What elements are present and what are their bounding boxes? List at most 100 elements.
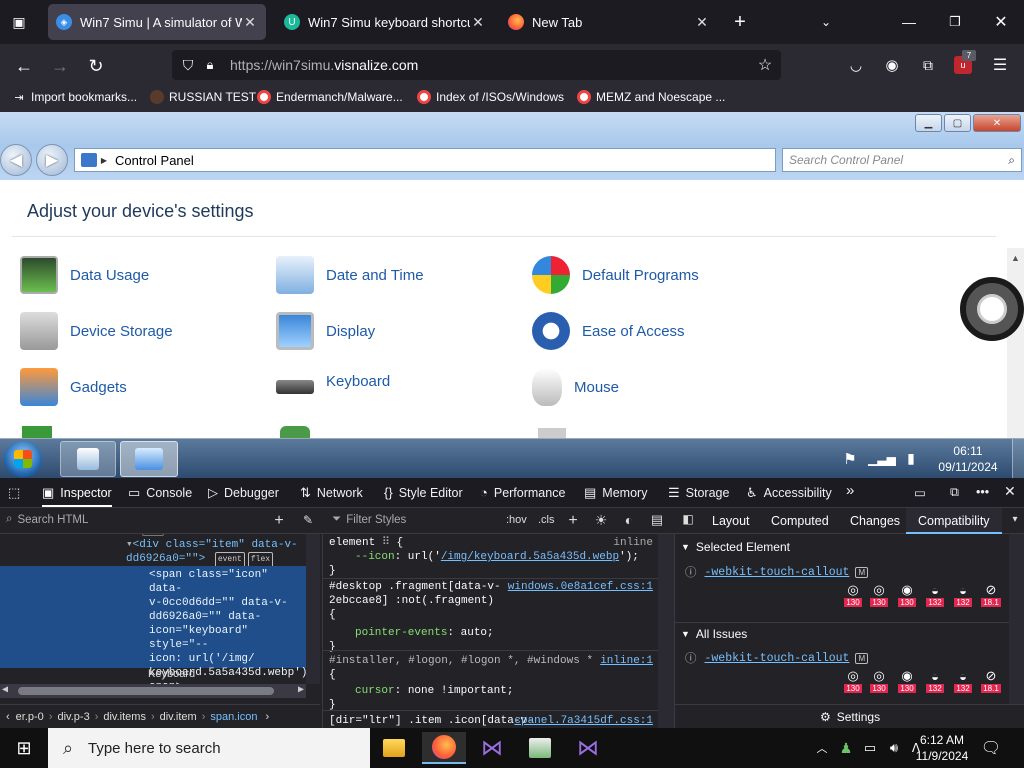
new-tab-button[interactable]: + (728, 11, 752, 33)
scroll-left-icon[interactable]: ◀ (2, 684, 8, 696)
network-icon[interactable]: ▭ (860, 738, 880, 758)
notifications-icon[interactable]: 🗨︎ (980, 736, 1002, 760)
cp-item-ease-of-access[interactable]: Ease of Access (532, 312, 685, 350)
hov-toggle[interactable]: :hov (506, 514, 527, 526)
scroll-thumb[interactable] (18, 687, 274, 695)
network-signal-icon[interactable]: ▁▃▅ (868, 449, 896, 469)
tab-changes[interactable]: Changes (850, 514, 900, 528)
issue-property-link[interactable]: -webkit-touch-callout (705, 652, 850, 665)
taskbar-firefox[interactable] (422, 732, 466, 764)
compat-issue-all[interactable]: ⓘ -webkit-touch-callout M (685, 650, 869, 666)
back-arrow-icon[interactable]: ← (10, 52, 38, 80)
tab-accessibility[interactable]: ♿︎ Accessibility (746, 485, 832, 501)
taskbar-visual-studio[interactable]: ⋈ (470, 732, 514, 764)
breadcrumb-left-arrow-icon[interactable]: ‹ (6, 711, 10, 723)
win7-clock[interactable]: 06:11 09/11/2024 (928, 443, 1008, 475)
tab-network[interactable]: ⇅ Network (300, 485, 363, 501)
win7-start-orb-icon[interactable] (4, 441, 42, 477)
print-media-icon[interactable]: ▤ (648, 512, 666, 528)
scroll-up-icon[interactable]: ▲ (1007, 250, 1024, 266)
menu-hamburger-icon[interactable]: ☰ (988, 54, 1012, 76)
search-html-input[interactable]: ⌕ Search HTML (6, 513, 264, 526)
bookmark-star-icon[interactable]: ☆ (755, 55, 775, 75)
tab-compatibility[interactable]: Compatibility (906, 508, 1002, 534)
element-picker-icon[interactable]: ⬚ (8, 485, 26, 501)
markup-v-scrollbar[interactable] (306, 534, 320, 684)
dock-options-icon[interactable]: ⧉ (950, 485, 959, 500)
breadcrumb-item[interactable]: er.p-0 (16, 711, 44, 723)
rule-value[interactable]: auto (461, 627, 487, 639)
selected-element-header[interactable]: ▼ Selected Element (675, 536, 1011, 558)
bookmark-isos[interactable]: Index of /ISOs/Windows (417, 90, 564, 104)
firefox-view-icon[interactable]: ▣ (8, 12, 30, 32)
cp-item-keyboard[interactable]: Keyboard (276, 368, 390, 394)
eyedropper-icon[interactable]: ✎ (300, 513, 316, 527)
minimize-window-icon[interactable]: — (896, 10, 922, 34)
tracking-shield-icon[interactable]: ⛉ (176, 57, 200, 74)
close-devtools-icon[interactable]: ✕ (1004, 483, 1016, 500)
cp-maximize-button[interactable]: ▢ (944, 114, 971, 132)
extensions-puzzle-icon[interactable]: ⧉ (916, 54, 940, 76)
url-bar[interactable]: ⛉ 🔒︎ https://win7simu. visnalize.com ☆ (172, 50, 781, 80)
cp-back-button[interactable]: ◀ (0, 144, 32, 176)
cls-toggle[interactable]: .cls (538, 514, 555, 526)
rule-source-link[interactable]: windows.0e8a1cef.css:1 (508, 580, 653, 594)
compat-issue-selected[interactable]: ⓘ -webkit-touch-callout M (685, 564, 869, 580)
list-tabs-chevron-icon[interactable]: ⌄ (814, 12, 838, 32)
markup-h-scrollbar[interactable]: ◀ ▶ (0, 684, 306, 698)
taskbar-visual-studio-2[interactable]: ⋈ (566, 732, 610, 764)
rule-source-link[interactable]: inline:1 (600, 654, 653, 668)
rule-value[interactable]: none !important (408, 685, 507, 697)
scroll-right-icon[interactable]: ▶ (298, 684, 304, 696)
close-tab-icon[interactable]: ✕ (470, 14, 486, 31)
tab-console[interactable]: ▭ Console (128, 485, 192, 501)
win7-taskbar-control-panel[interactable] (120, 441, 178, 477)
tab-win7-simu[interactable]: ◈ Win7 Simu | A simulator of Win ✕ (48, 4, 266, 40)
bookmark-russian-test[interactable]: RUSSIAN TEST (150, 90, 256, 104)
people-icon[interactable]: ♟ (836, 738, 856, 758)
taskbar-file-explorer[interactable] (372, 732, 416, 764)
windows-start-icon[interactable]: ⊞ (0, 728, 48, 768)
markup-node-span-icon-selected[interactable]: <span class="icon" data- v-0cc0d6dd="" d… (0, 566, 320, 693)
more-tabs-chevron-icon[interactable]: ▾ (1008, 514, 1022, 525)
breadcrumb-item[interactable]: div.item (160, 711, 197, 723)
devtools-menu-icon[interactable]: ••• (976, 485, 989, 499)
win7-taskbar-explorer[interactable] (60, 441, 116, 477)
responsive-design-icon[interactable]: ▭ (914, 485, 926, 500)
close-tab-icon[interactable]: ✕ (242, 14, 258, 31)
close-window-icon[interactable]: ✕ (988, 10, 1014, 34)
breadcrumb-right-arrow-icon[interactable]: › (265, 711, 269, 723)
forward-arrow-icon[interactable]: → (46, 52, 74, 80)
compat-v-scrollbar[interactable] (1009, 534, 1024, 704)
restore-window-icon[interactable]: ❐ (942, 10, 968, 34)
rule-property[interactable]: cursor (355, 685, 395, 697)
add-node-icon[interactable]: + (270, 512, 288, 530)
action-center-flag-icon[interactable]: ⚑ (840, 449, 860, 469)
markup-text-node[interactable]: Keyboard (148, 668, 195, 680)
taskbar-clock[interactable]: 6:12 AM 11/9/2024 (912, 732, 972, 764)
compat-settings-button[interactable]: ⚙ Settings (675, 704, 1024, 728)
pocket-icon[interactable]: ◡ (844, 54, 868, 76)
toggle-sidebar-icon[interactable]: ◧ (680, 512, 696, 526)
markup-node-div-item[interactable]: ▾<div class="item" data-v-dd6926a0=""> e… (126, 538, 306, 568)
tab-style-editor[interactable]: {} Style Editor (384, 485, 463, 500)
cp-close-button[interactable]: ✕ (973, 114, 1021, 132)
tab-debugger[interactable]: ▷ Debugger (208, 485, 279, 501)
show-desktop-button[interactable] (1012, 439, 1024, 479)
cp-item-data-usage[interactable]: Data Usage (20, 256, 149, 294)
taskbar-app[interactable] (518, 732, 562, 764)
light-theme-icon[interactable]: ☀ (592, 512, 610, 529)
bookmark-import[interactable]: ⇥ Import bookmarks... (12, 90, 137, 104)
rule-value-link[interactable]: /img/keyboard.5a5a435d.webp (441, 551, 619, 563)
cp-item-default-programs[interactable]: Default Programs (532, 256, 699, 294)
breadcrumb-item[interactable]: div.p-3 (57, 711, 89, 723)
cp-address-bar[interactable]: ▶ Control Panel (74, 148, 776, 172)
tab-computed[interactable]: Computed (771, 514, 829, 528)
account-icon[interactable]: ◉ (880, 54, 904, 76)
cp-scrollbar[interactable]: ▲ ▼ (1007, 248, 1024, 438)
cp-item-gadgets[interactable]: Gadgets (20, 368, 127, 406)
lock-icon[interactable]: 🔒︎ (200, 57, 220, 73)
rules-v-scrollbar[interactable] (658, 534, 674, 728)
cp-forward-button[interactable]: ▶ (36, 144, 68, 176)
add-rule-icon[interactable]: + (564, 512, 582, 530)
